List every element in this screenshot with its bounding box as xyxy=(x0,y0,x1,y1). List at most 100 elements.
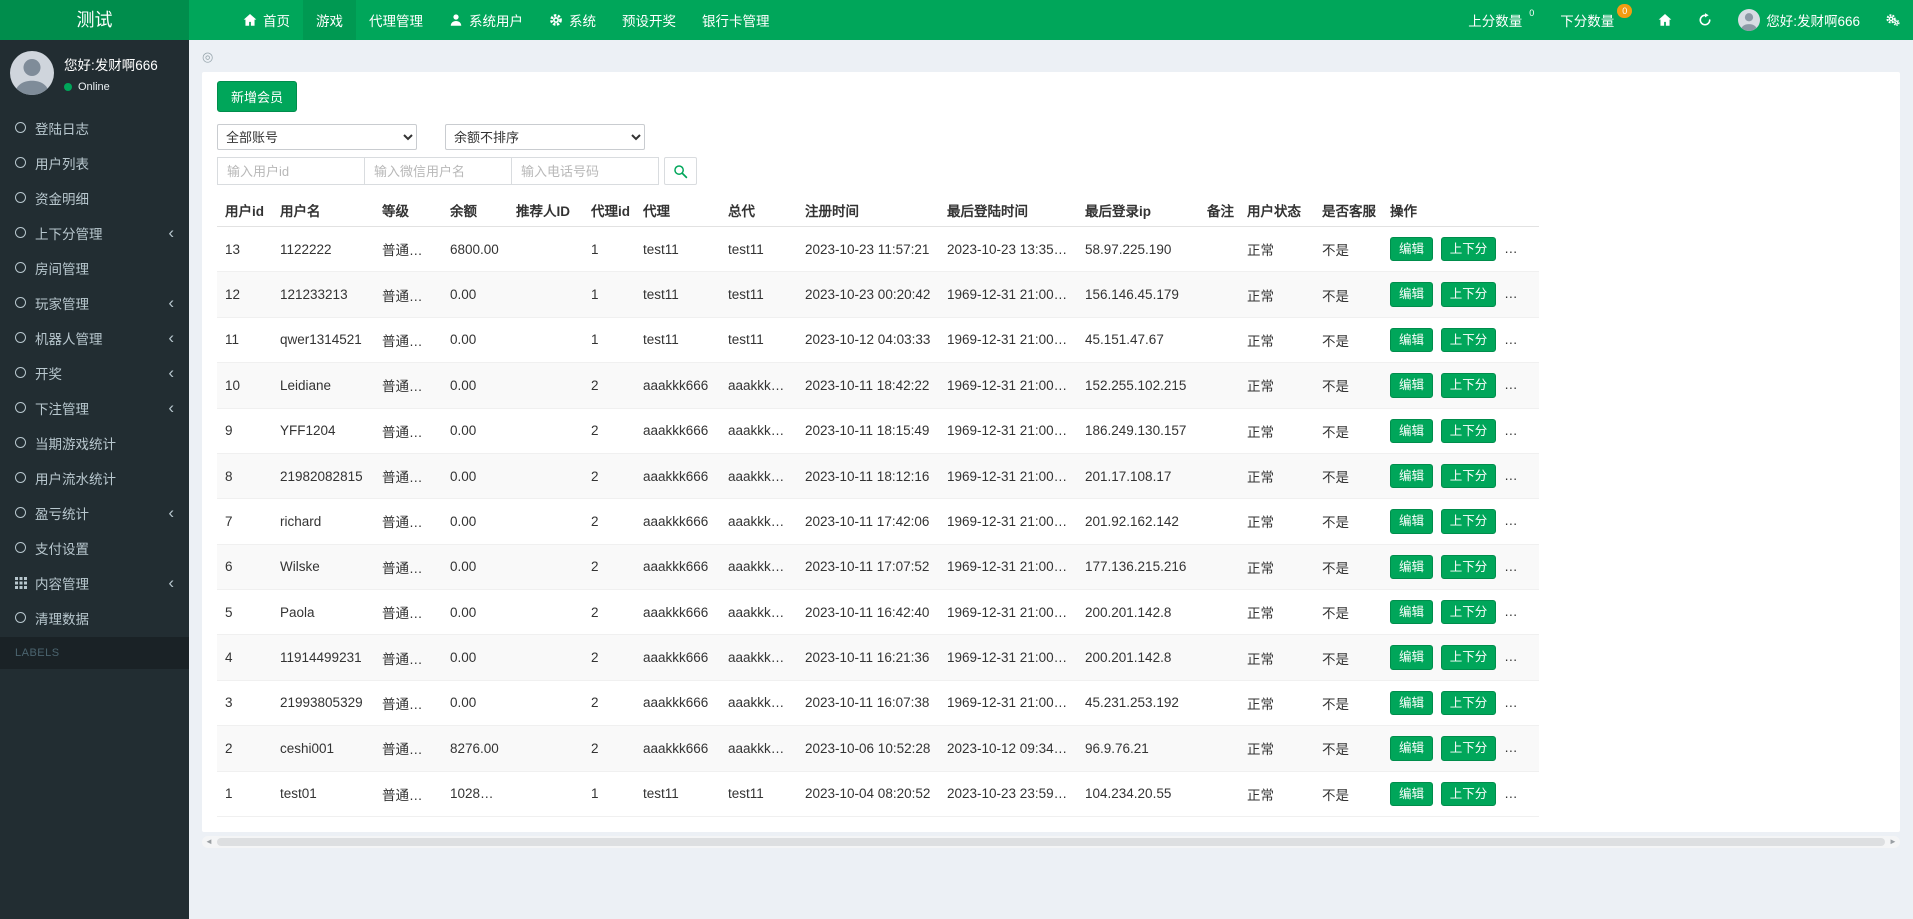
edit-button[interactable]: 编辑 xyxy=(1390,554,1434,579)
scroll-right-arrow[interactable]: ► xyxy=(1886,837,1900,846)
user-menu[interactable]: 您好:发财啊666 xyxy=(1725,0,1873,40)
edit-button[interactable]: 编辑 xyxy=(1390,781,1434,806)
cell-referrer-id xyxy=(508,771,583,817)
detail-button[interactable]: 明细 xyxy=(1504,373,1539,398)
sidebar-item-label: 当期游戏统计 xyxy=(35,436,116,452)
sidebar-item-10[interactable]: 当期游戏统计 xyxy=(0,425,189,460)
updown-score-button[interactable]: 上下分 xyxy=(1440,554,1497,579)
edit-button[interactable]: 编辑 xyxy=(1390,600,1434,625)
sidebar-item-9[interactable]: 下注管理 ‹ xyxy=(0,390,189,425)
cell-actions: 编辑 上下分 明细 xyxy=(1382,544,1539,591)
cell-referrer-id xyxy=(508,453,583,500)
cell-user-id: 13 xyxy=(217,226,272,273)
sidebar-item-15[interactable]: 清理数据 xyxy=(0,600,189,635)
detail-button[interactable]: 明细 xyxy=(1504,327,1539,353)
refresh-button[interactable] xyxy=(1685,0,1725,40)
sidebar-item-11[interactable]: 用户流水统计 xyxy=(0,460,189,495)
sidebar-item-4[interactable]: 上下分管理 ‹ xyxy=(0,215,189,250)
sidebar-item-8[interactable]: 开奖 ‹ xyxy=(0,355,189,390)
detail-button[interactable]: 明细 xyxy=(1504,509,1539,534)
circle-icon xyxy=(15,437,26,448)
nav-item-games[interactable]: 游戏 xyxy=(303,0,356,40)
sidebar-item-7[interactable]: 机器人管理 ‹ xyxy=(0,320,189,355)
updown-score-button[interactable]: 上下分 xyxy=(1440,418,1497,443)
navbar-home-button[interactable] xyxy=(1645,0,1685,40)
add-member-button[interactable]: 新增会员 xyxy=(217,81,298,112)
updown-score-button[interactable]: 上下分 xyxy=(1440,237,1497,262)
sidebar-item-2[interactable]: 用户列表 xyxy=(0,145,189,180)
updown-score-button[interactable]: 上下分 xyxy=(1440,327,1497,353)
circle-icon xyxy=(15,192,26,203)
nav-item-home[interactable]: 首页 xyxy=(230,0,303,40)
detail-button[interactable]: 明细 xyxy=(1504,418,1539,443)
sidebar-item-3[interactable]: 资金明细 xyxy=(0,180,189,215)
edit-button[interactable]: 编辑 xyxy=(1390,373,1434,398)
detail-button[interactable]: 明细 xyxy=(1504,237,1539,262)
updown-score-button[interactable]: 上下分 xyxy=(1440,781,1497,806)
detail-button[interactable]: 明细 xyxy=(1504,690,1539,716)
cell-user-id: 1 xyxy=(217,771,272,817)
online-status[interactable]: Online xyxy=(64,81,158,93)
edit-button[interactable]: 编辑 xyxy=(1390,736,1434,761)
updown-score-button[interactable]: 上下分 xyxy=(1440,736,1497,761)
updown-score-button[interactable]: 上下分 xyxy=(1440,282,1497,307)
edit-button[interactable]: 编辑 xyxy=(1390,418,1434,443)
cell-balance: 0.00 xyxy=(442,544,508,591)
nav-item-bank-cards[interactable]: 银行卡管理 xyxy=(689,0,783,40)
scrollbar-thumb[interactable] xyxy=(217,837,1885,846)
updown-score-button[interactable]: 上下分 xyxy=(1440,645,1497,670)
nav-item-agent-management[interactable]: 代理管理 xyxy=(356,0,436,40)
home-icon xyxy=(243,14,257,26)
cell-general-agent: aaakkk666 xyxy=(720,634,797,681)
edit-button[interactable]: 编辑 xyxy=(1390,463,1434,489)
balance-sort-select[interactable]: 余额不排序 xyxy=(445,124,645,150)
user-id-input[interactable] xyxy=(217,157,365,185)
nav-item-system[interactable]: 系统 xyxy=(536,0,609,40)
sidebar-item-6[interactable]: 玩家管理 ‹ xyxy=(0,285,189,320)
scroll-left-arrow[interactable]: ◄ xyxy=(202,837,216,846)
sidebar-item-5[interactable]: 房间管理 xyxy=(0,250,189,285)
phone-input[interactable] xyxy=(511,157,659,185)
up-score-counter[interactable]: 上分数量 0 xyxy=(1455,0,1547,40)
edit-button[interactable]: 编辑 xyxy=(1390,509,1434,534)
sidebar-item-14[interactable]: 内容管理 ‹ xyxy=(0,565,189,600)
sidebar-item-1[interactable]: 登陆日志 xyxy=(0,110,189,145)
detail-button[interactable]: 明细 xyxy=(1504,554,1539,579)
cell-balance: 10289.00 xyxy=(442,771,508,817)
detail-button[interactable]: 明细 xyxy=(1504,282,1539,307)
account-filter-select[interactable]: 全部账号 xyxy=(217,124,417,150)
down-score-counter[interactable]: 下分数量 0 xyxy=(1547,0,1645,40)
updown-score-button[interactable]: 上下分 xyxy=(1440,509,1497,534)
cell-agent: aaakkk666 xyxy=(635,725,720,772)
updown-score-button[interactable]: 上下分 xyxy=(1440,690,1497,716)
settings-button[interactable] xyxy=(1873,0,1913,40)
edit-button[interactable]: 编辑 xyxy=(1390,237,1434,262)
edit-button[interactable]: 编辑 xyxy=(1390,282,1434,307)
panel-toggle-icon[interactable]: ◎ xyxy=(202,48,220,66)
filter-row: 全部账号 余额不排序 xyxy=(217,124,1885,150)
detail-button[interactable]: 明细 xyxy=(1504,463,1539,489)
cell-general-agent: test11 xyxy=(720,771,797,817)
sidebar-item-12[interactable]: 盈亏统计 ‹ xyxy=(0,495,189,530)
horizontal-scrollbar[interactable]: ◄ ► xyxy=(202,835,1900,848)
cell-general-agent: aaakkk666 xyxy=(720,408,797,454)
detail-button[interactable]: 明细 xyxy=(1504,781,1539,806)
detail-button[interactable]: 明细 xyxy=(1504,600,1539,625)
detail-button[interactable]: 明细 xyxy=(1504,645,1539,670)
cell-level: 普通会员 xyxy=(374,408,442,454)
edit-button[interactable]: 编辑 xyxy=(1390,645,1434,670)
sidebar-toggle-button[interactable] xyxy=(189,0,230,40)
cell-register-time: 2023-10-11 16:42:40 xyxy=(797,589,939,636)
detail-button[interactable]: 明细 xyxy=(1504,736,1539,761)
edit-button[interactable]: 编辑 xyxy=(1390,690,1434,716)
wechat-name-input[interactable] xyxy=(364,157,512,185)
edit-button[interactable]: 编辑 xyxy=(1390,327,1434,353)
search-button[interactable] xyxy=(664,157,697,185)
sidebar-item-13[interactable]: 支付设置 xyxy=(0,530,189,565)
updown-score-button[interactable]: 上下分 xyxy=(1440,600,1497,625)
nav-item-system-users[interactable]: 系统用户 xyxy=(436,0,536,40)
updown-score-button[interactable]: 上下分 xyxy=(1440,373,1497,398)
nav-item-preset-draw[interactable]: 预设开奖 xyxy=(609,0,689,40)
updown-score-button[interactable]: 上下分 xyxy=(1440,463,1497,489)
brand-logo[interactable]: 测试 xyxy=(0,0,189,40)
